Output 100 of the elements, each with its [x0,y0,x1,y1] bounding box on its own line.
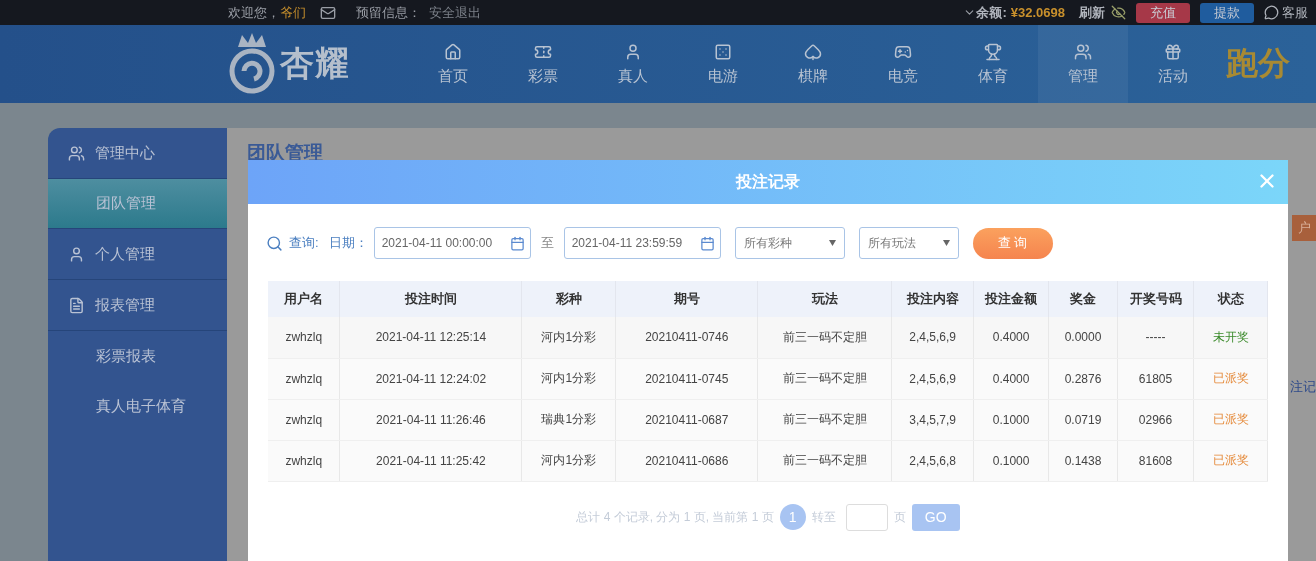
table-cell: 2021-04-11 12:25:14 [339,317,522,358]
table-cell: 前三一码不定胆 [757,358,892,399]
page-unit-label: 页 [893,508,906,526]
end-date-field[interactable]: 2021-04-11 23:59:59 [563,227,721,259]
table-cell: 2,4,5,6,9 [891,317,974,358]
column-header: 奖金 [1048,281,1118,317]
home-icon [444,42,462,61]
table-cell: 20210411-0746 [615,317,758,358]
table-cell: 前三一码不定胆 [757,399,892,440]
sidebar-item[interactable]: 真人电子体育 [48,381,227,431]
table-cell: 20210411-0745 [615,358,758,399]
table-cell: 河内1分彩 [521,358,616,399]
nav-item[interactable]: 电竞 [858,25,948,103]
table-cell: 0.1000 [973,399,1049,440]
sidebar-item[interactable]: 团队管理 [48,179,227,229]
deposit-button[interactable]: 充值 [1136,2,1190,23]
trophy-icon [984,42,1002,61]
column-header: 用户名 [268,281,340,317]
open-account-button[interactable]: 户 [1292,215,1316,241]
table-cell: 0.1000 [973,440,1049,481]
gift-icon [1164,42,1182,61]
bet-record-link[interactable]: 注记 [1290,378,1316,396]
nav-item[interactable]: 真人 [588,25,678,103]
lottery-select[interactable]: 所有彩种 [734,227,845,259]
table-cell: zwhzlq [268,399,340,440]
users-icon [68,144,85,162]
table-cell: 02966 [1117,399,1194,440]
calendar-icon[interactable] [699,235,715,251]
nav-item[interactable]: 首页 [408,25,498,103]
eye-off-icon[interactable] [1111,5,1126,20]
table-cell: 前三一码不定胆 [757,440,892,481]
table-cell: 0.4000 [973,358,1049,399]
service-link[interactable]: 客服 [1282,3,1308,22]
column-header: 投注金额 [973,281,1049,317]
status-cell: 已派奖 [1193,358,1268,399]
nav-item[interactable]: 体育 [948,25,1038,103]
column-header: 投注内容 [891,281,974,317]
dialog-title: 投注记录 [736,171,800,192]
column-header: 投注时间 [339,281,522,317]
caret-icon [828,240,836,246]
logo-text[interactable]: 杏耀 [280,41,350,87]
caret-icon [942,240,950,246]
table-cell: 20210411-0686 [615,440,758,481]
crown-emblem-icon [228,33,276,95]
column-header: 彩种 [521,281,616,317]
status-cell: 已派奖 [1193,440,1268,481]
table-cell: 0.4000 [973,317,1049,358]
refresh-link[interactable]: 刷新 [1079,3,1105,22]
dice-icon [714,42,732,61]
column-header: 状态 [1193,281,1268,317]
table-cell: 2021-04-11 12:24:02 [339,358,522,399]
person-icon [624,42,642,61]
table-cell: 0.0719 [1048,399,1118,440]
table-cell: 81608 [1117,440,1194,481]
username-link[interactable]: 爷们 [280,3,306,22]
table-cell: 2021-04-11 11:26:46 [339,399,522,440]
calendar-icon[interactable] [509,235,525,251]
sidebar-item[interactable]: 彩票报表 [48,331,227,381]
status-cell: 未开奖 [1193,317,1268,358]
table-cell: 2,4,5,6,8 [891,440,974,481]
table-cell: 河内1分彩 [521,317,616,358]
table-cell: 瑞典1分彩 [521,399,616,440]
page-input[interactable] [845,503,888,531]
table-cell: 0.2876 [1048,358,1118,399]
query-button[interactable]: 查 询 [972,227,1053,259]
nav-item[interactable]: 活动 [1128,25,1218,103]
nav-item[interactable]: 管理 [1038,25,1128,103]
table-cell: 2,4,5,6,9 [891,358,974,399]
chat-icon[interactable] [1264,5,1279,20]
to-label: 至 [540,234,554,252]
balance-amount: ¥32.0698 [1010,5,1065,20]
date-label: 日期： [328,234,368,252]
column-header: 开奖号码 [1117,281,1194,317]
nav-item[interactable]: 电游 [678,25,768,103]
greeting-text: 欢迎您， [228,3,280,22]
person-icon [68,245,85,263]
table-cell: 河内1分彩 [521,440,616,481]
table-cell: 前三一码不定胆 [757,317,892,358]
table-cell: zwhzlq [268,440,340,481]
users-icon [1074,42,1092,61]
balance-label: 余额: [976,3,1007,22]
document-icon [68,296,85,314]
table-cell: 20210411-0687 [615,399,758,440]
nav-item[interactable]: 彩票 [498,25,588,103]
column-header: 玩法 [757,281,892,317]
table-cell: 0.1438 [1048,440,1118,481]
table-cell: zwhzlq [268,317,340,358]
table-cell: 3,4,5,7,9 [891,399,974,440]
search-icon [266,234,283,252]
withdraw-button[interactable]: 提款 [1200,2,1254,23]
logout-link[interactable]: 安全退出 [429,3,481,22]
query-label: 查询: [289,234,319,252]
play-select[interactable]: 所有玩法 [858,227,959,259]
nav-item[interactable]: 棋牌 [768,25,858,103]
start-date-field[interactable]: 2021-04-11 00:00:00 [373,227,531,259]
reserved-info-label: 预留信息： [356,3,421,22]
table-cell: zwhzlq [268,358,340,399]
column-header: 期号 [615,281,758,317]
table-cell: ----- [1117,317,1194,358]
mail-icon[interactable] [320,4,336,21]
